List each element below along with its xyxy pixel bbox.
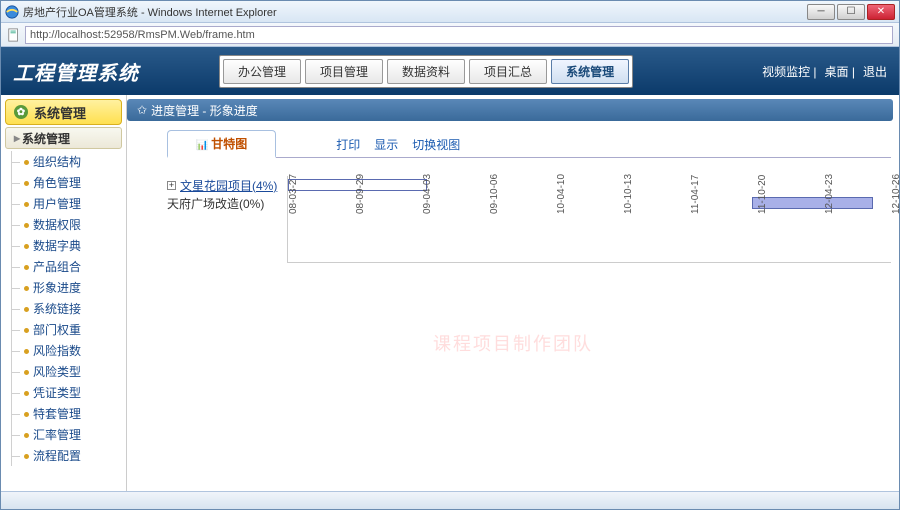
action-1[interactable]: 显示 — [374, 136, 398, 153]
sidebar-item-0[interactable]: 组织结构 — [12, 151, 122, 172]
nav-tab-3[interactable]: 项目汇总 — [469, 59, 547, 84]
sidebar-item-1[interactable]: 角色管理 — [12, 172, 122, 193]
sidebar-item-8[interactable]: 部门权重 — [12, 319, 122, 340]
close-button[interactable]: ✕ — [867, 4, 895, 20]
gantt-row-label-1: 天府广场改造(0%) — [167, 194, 287, 212]
xtick: 09-04-03 — [422, 174, 433, 214]
nav-tab-4[interactable]: 系统管理 — [551, 59, 629, 84]
sidebar: ✿ 系统管理 系统管理 组织结构角色管理用户管理数据权限数据字典产品组合形象进度… — [1, 95, 127, 491]
sidebar-subheader[interactable]: 系统管理 — [5, 127, 122, 149]
sidebar-item-11[interactable]: 凭证类型 — [12, 382, 122, 403]
sidebar-item-4[interactable]: 数据字典 — [12, 235, 122, 256]
xtick: 12-04-23 — [824, 174, 835, 214]
xtick: 08-09-29 — [355, 174, 366, 214]
gantt-row-link[interactable]: 文星花园项目(4%) — [180, 177, 277, 194]
status-bar — [1, 491, 899, 509]
app-header: 工程管理系统 办公管理项目管理数据资料项目汇总系统管理 视频监控 | 桌面 | 退出 — [1, 47, 899, 95]
sidebar-item-2[interactable]: 用户管理 — [12, 193, 122, 214]
xtick: 10-10-13 — [623, 174, 634, 214]
xtick: 11-10-20 — [757, 175, 768, 214]
tab-gantt[interactable]: 甘特图 — [167, 130, 276, 158]
header-link-0[interactable]: 视频监控 | — [762, 63, 816, 80]
app-logo: 工程管理系统 — [13, 57, 139, 86]
sidebar-header[interactable]: ✿ 系统管理 — [5, 99, 122, 125]
xtick: 12-10-26 — [891, 174, 899, 214]
action-0[interactable]: 打印 — [336, 136, 360, 153]
xtick: 09-10-06 — [489, 174, 500, 214]
breadcrumb: ✩ 进度管理 - 形象进度 — [127, 99, 893, 121]
sidebar-item-14[interactable]: 流程配置 — [12, 445, 122, 466]
gantt-bar-1[interactable] — [752, 197, 873, 209]
nav-tab-2[interactable]: 数据资料 — [387, 59, 465, 84]
gantt-chart: + 文星花园项目(4%)天府广场改造(0%) 08-03-27 08-09-29 09… — [167, 176, 891, 263]
nav-tab-1[interactable]: 项目管理 — [305, 59, 383, 84]
action-2[interactable]: 切换视图 — [412, 136, 460, 153]
address-bar — [1, 23, 899, 47]
main-content: ✩ 进度管理 - 形象进度 甘特图 打印显示切换视图 + 文星花园项目(4%)天府… — [127, 95, 899, 491]
xtick: 10-04-10 — [556, 174, 567, 214]
star-icon: ✩ — [137, 103, 147, 117]
window-titlebar: 房地产行业OA管理系统 - Windows Internet Explorer … — [1, 1, 899, 23]
expand-icon[interactable]: + — [167, 181, 176, 190]
main-nav: 办公管理项目管理数据资料项目汇总系统管理 — [219, 55, 633, 88]
sidebar-item-6[interactable]: 形象进度 — [12, 277, 122, 298]
gear-icon: ✿ — [14, 105, 28, 119]
sidebar-item-7[interactable]: 系统链接 — [12, 298, 122, 319]
sidebar-item-9[interactable]: 风险指数 — [12, 340, 122, 361]
url-input[interactable] — [25, 26, 893, 44]
sidebar-item-10[interactable]: 风险类型 — [12, 361, 122, 382]
xtick: 11-04-17 — [690, 175, 701, 214]
sidebar-item-12[interactable]: 特套管理 — [12, 403, 122, 424]
header-link-2[interactable]: 退出 — [863, 63, 887, 80]
minimize-button[interactable]: ─ — [807, 4, 835, 20]
maximize-button[interactable]: ☐ — [837, 4, 865, 20]
sidebar-item-3[interactable]: 数据权限 — [12, 214, 122, 235]
sidebar-tree: 组织结构角色管理用户管理数据权限数据字典产品组合形象进度系统链接部门权重风险指数… — [11, 151, 122, 466]
watermark: 课程项目制作团队 — [433, 330, 593, 356]
nav-tab-0[interactable]: 办公管理 — [223, 59, 301, 84]
window-title: 房地产行业OA管理系统 - Windows Internet Explorer — [23, 4, 807, 20]
sidebar-item-13[interactable]: 汇率管理 — [12, 424, 122, 445]
gantt-row-label-0: + 文星花园项目(4%) — [167, 176, 287, 194]
ie-icon — [5, 5, 19, 19]
xtick: 08-03-27 — [288, 174, 299, 214]
sidebar-item-5[interactable]: 产品组合 — [12, 256, 122, 277]
page-icon — [7, 28, 21, 42]
header-link-1[interactable]: 桌面 | — [825, 63, 855, 80]
